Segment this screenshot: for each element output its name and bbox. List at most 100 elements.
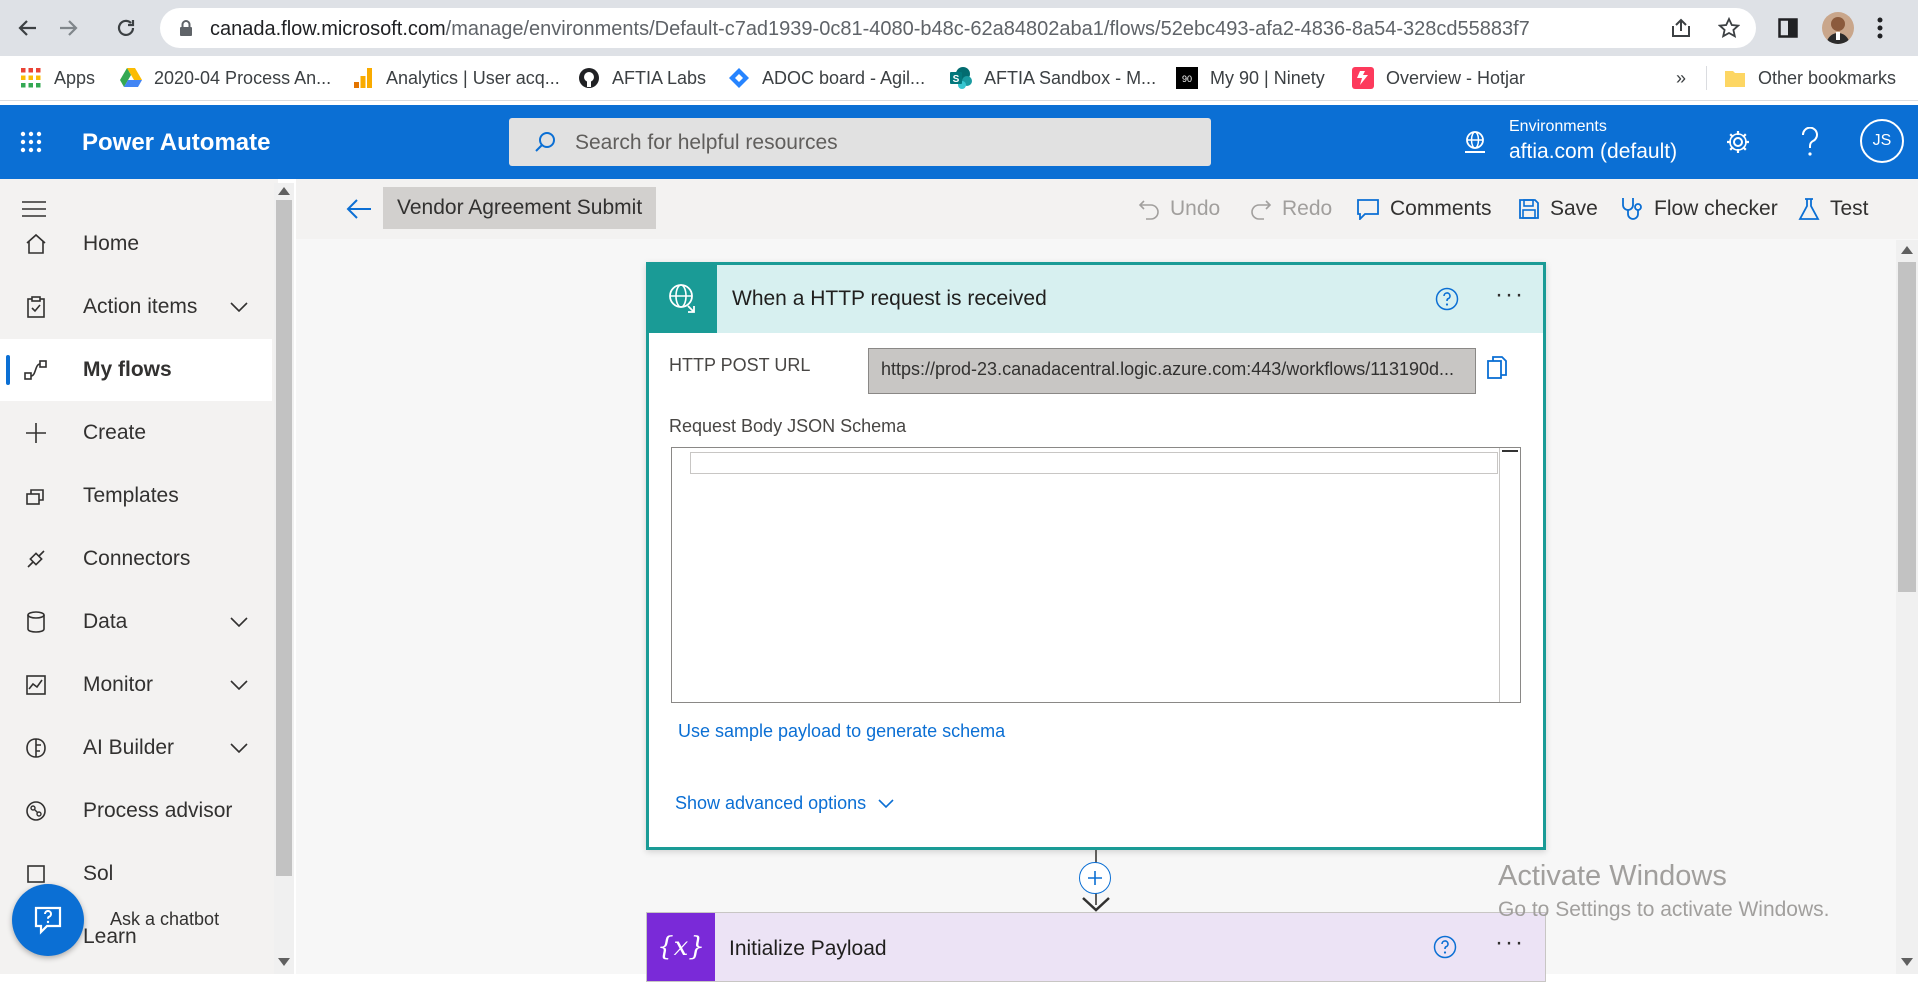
browser-toolbar: canada.flow.microsoft.com/manage/environ… (0, 0, 1918, 56)
bookmark-hotjar[interactable]: Overview - Hotjar (1352, 65, 1525, 91)
activate-windows-title: Activate Windows (1498, 860, 1727, 892)
search-input[interactable]: Search for helpful resources (509, 118, 1211, 166)
arrow-down-icon (1081, 896, 1111, 912)
settings-gear-icon[interactable] (1725, 129, 1751, 155)
sidebar-item-create[interactable]: Create (0, 402, 272, 464)
redo-button[interactable]: Redo (1250, 193, 1332, 225)
sidebar-item-label: My flows (83, 358, 172, 381)
schema-editor-line[interactable] (690, 452, 1498, 474)
monitor-icon (22, 671, 50, 699)
chevron-down-icon[interactable] (230, 680, 248, 690)
trigger-card-header[interactable]: When a HTTP request is received ··· (649, 265, 1543, 333)
redo-label: Redo (1282, 197, 1333, 220)
copy-icon[interactable] (1486, 355, 1508, 381)
scroll-up-icon[interactable] (1901, 246, 1913, 254)
bookmark-adoc-board[interactable]: ADOC board - Agil... (728, 65, 925, 91)
templates-icon (22, 482, 50, 510)
sidebar-item-connectors[interactable]: Connectors (0, 528, 272, 590)
sidebar-item-action-items[interactable]: Action items (0, 276, 272, 338)
help-icon[interactable] (1800, 127, 1820, 157)
url-text[interactable]: canada.flow.microsoft.com/manage/environ… (210, 18, 1530, 41)
bookmark-label: AFTIA Sandbox - M... (984, 67, 1157, 88)
comments-button[interactable]: Comments (1356, 193, 1492, 225)
chevron-down-icon[interactable] (230, 743, 248, 753)
initialize-variable-card[interactable]: {x} Initialize Payload ··· (646, 912, 1546, 982)
sidebar-item-label: Data (83, 610, 128, 633)
side-panel-icon[interactable] (1778, 18, 1798, 38)
more-bookmarks-button[interactable]: » (1676, 65, 1686, 91)
trigger-title[interactable]: When a HTTP request is received (732, 287, 1047, 311)
chatbot-button[interactable] (12, 884, 84, 956)
bookmark-aftia-labs[interactable]: AFTIA Labs (578, 65, 706, 91)
environment-selector[interactable]: aftia.com (default) (1509, 140, 1677, 164)
sidebar-item-my-flows[interactable]: My flows (0, 339, 272, 401)
action-title[interactable]: Initialize Payload (729, 937, 887, 961)
sidebar-item-monitor[interactable]: Monitor (0, 654, 272, 716)
schema-editor-scrollbar[interactable] (1499, 448, 1520, 702)
flow-icon (22, 356, 50, 384)
trigger-more-menu[interactable]: ··· (1495, 281, 1525, 309)
schema-scroll-thumb[interactable] (1502, 450, 1518, 452)
scroll-up-icon[interactable] (278, 187, 290, 195)
url-host: canada.flow.microsoft.com (210, 18, 446, 40)
sidebar-item-label: Create (83, 421, 147, 444)
sidebar-item-label: Templates (83, 484, 179, 507)
sidebar-item-home[interactable]: Home (0, 213, 272, 275)
save-button[interactable]: Save (1518, 193, 1598, 225)
app-name[interactable]: Power Automate (82, 129, 270, 157)
bookmark-apps[interactable]: Apps (20, 65, 95, 91)
other-bookmarks-folder[interactable]: Other bookmarks (1724, 65, 1896, 91)
trigger-help-icon[interactable] (1435, 287, 1459, 311)
flow-checker-button[interactable]: Flow checker (1620, 193, 1778, 225)
sidebar-item-templates[interactable]: Templates (0, 465, 272, 527)
back-arrow-icon[interactable] (346, 198, 372, 220)
scroll-down-icon[interactable] (278, 958, 290, 966)
reload-icon[interactable] (110, 12, 142, 44)
bookmark-aftia-sandbox[interactable]: S AFTIA Sandbox - M... (950, 65, 1156, 91)
action-help-icon[interactable] (1433, 935, 1457, 959)
user-avatar[interactable]: JS (1860, 119, 1904, 163)
lock-icon[interactable] (178, 19, 194, 37)
chevron-down-icon (878, 798, 894, 809)
request-body-schema-editor[interactable] (671, 447, 1521, 703)
insert-step-button[interactable] (1079, 862, 1111, 894)
bookmark-ninety[interactable]: 90 My 90 | Ninety (1176, 65, 1325, 91)
share-icon[interactable] (1670, 17, 1692, 39)
environments-label[interactable]: Environments (1509, 118, 1607, 136)
sidebar-item-label: Action items (83, 295, 198, 318)
svg-text:S: S (953, 74, 960, 85)
forward-icon[interactable] (52, 12, 84, 44)
activate-windows-subtitle: Go to Settings to activate Windows. (1498, 898, 1830, 921)
trigger-card[interactable]: When a HTTP request is received ··· HTTP… (646, 262, 1546, 850)
chevron-down-icon[interactable] (230, 302, 248, 312)
save-label: Save (1550, 197, 1598, 220)
bookmark-analytics[interactable]: Analytics | User acq... (352, 65, 560, 91)
chatbot-label[interactable]: Ask a chatbot (110, 909, 219, 930)
left-nav: Home Action items My flows Create Templa… (0, 179, 278, 974)
jira-icon (728, 67, 750, 89)
use-sample-payload-link[interactable]: Use sample payload to generate schema (678, 721, 1005, 742)
bookmark-star-icon[interactable] (1718, 17, 1740, 39)
svg-text:90: 90 (1182, 74, 1192, 84)
sidebar-scroll-thumb[interactable] (276, 200, 292, 876)
action-more-menu[interactable]: ··· (1495, 929, 1525, 957)
chevron-down-icon[interactable] (230, 617, 248, 627)
environment-icon[interactable] (1462, 129, 1488, 155)
sidebar-item-ai-builder[interactable]: AI Builder (0, 717, 272, 779)
sidebar-item-process-advisor[interactable]: Process advisor (0, 780, 272, 842)
browser-menu-icon[interactable] (1876, 16, 1884, 40)
scroll-down-icon[interactable] (1901, 958, 1913, 966)
canvas-scroll-thumb[interactable] (1898, 262, 1916, 592)
http-post-url-field[interactable]: https://prod-23.canadacentral.logic.azur… (868, 348, 1476, 394)
hotjar-icon (1352, 67, 1374, 89)
show-advanced-options-link[interactable]: Show advanced options (675, 793, 894, 814)
bookmark-process-an[interactable]: 2020-04 Process An... (120, 65, 331, 91)
address-bar[interactable]: canada.flow.microsoft.com/manage/environ… (160, 8, 1756, 48)
undo-button[interactable]: Undo (1138, 193, 1220, 225)
sidebar-item-data[interactable]: Data (0, 591, 272, 653)
back-icon[interactable] (12, 12, 44, 44)
flow-name-field[interactable]: Vendor Agreement Submit (383, 187, 657, 229)
profile-avatar[interactable] (1822, 12, 1854, 44)
test-button[interactable]: Test (1798, 193, 1869, 225)
waffle-icon[interactable] (20, 131, 42, 153)
